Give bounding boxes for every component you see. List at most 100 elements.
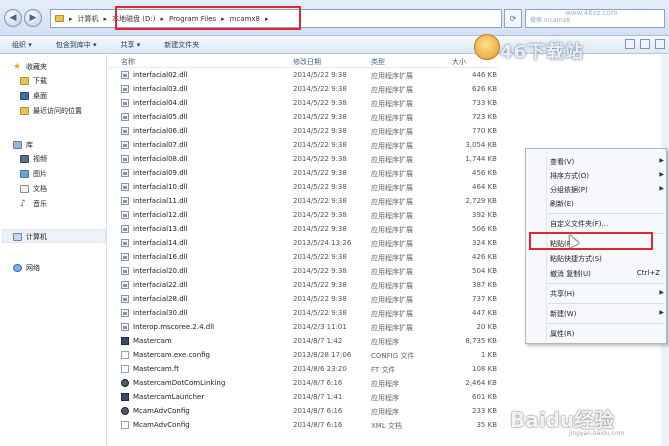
menu-item-refresh[interactable]: 刷新(E) (550, 197, 664, 209)
menu-item-paste-shortcut[interactable]: 粘贴快捷方式(S) (550, 252, 664, 264)
dll-file-icon (121, 99, 129, 107)
forward-button[interactable]: ▶ (24, 9, 42, 27)
include-in-library-menu[interactable]: 包含到库中 ▾ (56, 40, 97, 50)
nav-favorites[interactable]: ★ 收藏夹 (13, 62, 47, 72)
file-row[interactable]: interfacial04.dll 2014/5/22 9:38 应用程序扩展 733… (108, 96, 503, 110)
nav-libraries[interactable]: 库 (13, 140, 33, 150)
share-menu[interactable]: 共享 ▾ (121, 40, 141, 50)
refresh-button[interactable]: ⟳ (504, 9, 522, 28)
menu-item-view[interactable]: 查看(V) ▶ (550, 155, 664, 167)
file-size: 504 KB (472, 267, 497, 275)
file-name: MastercamDotComLinking (133, 379, 226, 387)
dll-file-icon (121, 281, 129, 289)
view-options-icon[interactable] (625, 39, 635, 49)
menu-item-group[interactable]: 分组依据(P) ▶ (550, 183, 664, 195)
file-row[interactable]: interfacial08.dll 2014/5/22 9:38 应用程序扩展 1,7… (108, 152, 503, 166)
menu-separator (548, 283, 664, 284)
column-header-date[interactable]: 修改日期 (293, 57, 321, 67)
menu-separator (548, 303, 664, 304)
file-row[interactable]: McamAdvConfig 2014/8/7 6:16 应用程序 233 KB (108, 404, 503, 418)
file-date: 2014/5/22 9:38 (293, 211, 347, 219)
menu-item-customize-folder[interactable]: 自定义文件夹(F)... (550, 217, 664, 229)
file-size: 733 KB (472, 99, 497, 107)
gear-app-icon (121, 379, 129, 387)
menu-item-undo-copy[interactable]: 撤消 复制(U) Ctrl+Z (550, 267, 664, 279)
file-name: interfacial28.dll (133, 295, 188, 303)
file-row[interactable]: MastercamDotComLinking 2014/8/7 6:16 应用程序 2… (108, 376, 503, 390)
file-row[interactable]: interfacial03.dll 2014/5/22 9:38 应用程序扩展 626… (108, 82, 503, 96)
menu-label: 排序方式(O) (550, 172, 589, 180)
application-icon (121, 337, 129, 345)
file-name: McamAdvConfig (133, 407, 190, 415)
file-size: 2,729 KB (465, 197, 497, 205)
file-row[interactable]: interfacial10.dll 2014/5/22 9:38 应用程序扩展 464… (108, 180, 503, 194)
file-name: Mastercam (133, 337, 172, 345)
file-row[interactable]: Mastercam 2014/8/7 1:42 应用程序 8,735 KB (108, 334, 503, 348)
column-header-type[interactable]: 类型 (371, 57, 385, 67)
file-size: 387 KB (472, 281, 497, 289)
paste-highlight-box (529, 232, 653, 250)
breadcrumb-computer[interactable]: 计算机 (78, 14, 99, 24)
organize-menu[interactable]: 组织 ▾ (12, 40, 32, 50)
preview-pane-icon[interactable] (640, 39, 650, 49)
nav-downloads[interactable]: 下载 (20, 76, 47, 86)
file-date: 2014/5/22 9:38 (293, 85, 347, 93)
file-row[interactable]: interfacial06.dll 2014/5/22 9:38 应用程序扩展 770… (108, 124, 503, 138)
file-row[interactable]: interfacial16.dll 2014/5/22 9:38 应用程序扩展 426… (108, 250, 503, 264)
menu-item-new[interactable]: 新建(W) ▶ (550, 307, 664, 319)
file-row[interactable]: interfacial28.dll 2014/5/22 9:38 应用程序扩展 737… (108, 292, 503, 306)
file-type: 应用程序扩展 (371, 184, 413, 192)
dll-file-icon (121, 85, 129, 93)
file-size: 770 KB (472, 127, 497, 135)
menu-item-sort[interactable]: 排序方式(O) ▶ (550, 169, 664, 181)
file-type: 应用程序扩展 (371, 212, 413, 220)
column-header-name[interactable]: 名称 (121, 57, 135, 67)
file-row[interactable]: interfacial30.dll 2014/5/22 9:38 应用程序扩展 447… (108, 306, 503, 320)
file-date: 2014/5/22 9:38 (293, 155, 347, 163)
file-row[interactable]: McamAdvConfig 2014/8/7 6:16 XML 文档 35 KB (108, 418, 503, 432)
menu-item-properties[interactable]: 属性(R) (550, 327, 664, 339)
file-row[interactable]: interfacial05.dll 2014/5/22 9:38 应用程序扩展 723… (108, 110, 503, 124)
nav-desktop[interactable]: 桌面 (20, 91, 47, 101)
menu-item-share[interactable]: 共享(H) ▶ (550, 287, 664, 299)
nav-documents[interactable]: 文档 (20, 184, 47, 194)
file-date: 2014/8/7 1:42 (293, 337, 343, 345)
file-name: interfacial05.dll (133, 113, 188, 121)
help-icon[interactable] (655, 39, 665, 49)
file-row[interactable]: Mastercam.ft 2014/8/6 23:20 FT 文件 108 KB (108, 362, 503, 376)
file-row[interactable]: interfacial20.dll 2014/5/22 9:38 应用程序扩展 504… (108, 264, 503, 278)
nav-computer[interactable]: 计算机 (13, 232, 47, 242)
file-date: 2014/5/22 9:38 (293, 225, 347, 233)
new-folder-button[interactable]: 新建文件夹 (164, 40, 199, 50)
file-type: 应用程序扩展 (371, 198, 413, 206)
nav-recent-places[interactable]: 最近访问的位置 (20, 106, 82, 116)
file-row[interactable]: interfacial13.dll 2014/5/22 9:38 应用程序扩展 506… (108, 222, 503, 236)
nav-videos[interactable]: 视频 (20, 154, 47, 164)
menu-label: 新建(W) (550, 310, 577, 318)
menu-label: 属性(R) (550, 330, 575, 338)
gear-app-icon (121, 407, 129, 415)
file-row[interactable]: Mastercam.exe.config 2013/8/28 17:06 CONFI… (108, 348, 503, 362)
nav-network[interactable]: 网络 (13, 263, 40, 273)
file-row[interactable]: interfacial22.dll 2014/5/22 9:38 应用程序扩展 387… (108, 278, 503, 292)
file-row[interactable]: interfacial02.dll 2014/5/22 9:38 应用程序扩展 446… (108, 68, 503, 82)
file-row[interactable]: interfacial09.dll 2014/5/22 9:38 应用程序扩展 456… (108, 166, 503, 180)
site-url-watermark: www.46xz.com (565, 9, 618, 17)
file-row[interactable]: interfacial14.dll 2013/5/24 13:26 应用程序扩展 32… (108, 236, 503, 250)
file-date: 2014/5/22 9:38 (293, 113, 347, 121)
column-header-size[interactable]: 大小 (452, 57, 466, 67)
file-row[interactable]: interfacial07.dll 2014/5/22 9:38 应用程序扩展 3,0… (108, 138, 503, 152)
file-size: 8,735 KB (465, 337, 497, 345)
back-button[interactable]: ◀ (4, 9, 22, 27)
file-row[interactable]: MastercamLauncher 2014/8/7 1:41 应用程序 601 KB (108, 390, 503, 404)
chevron-right-icon: ▸ (103, 14, 108, 23)
dll-file-icon (121, 113, 129, 121)
nav-music[interactable]: ♪ 音乐 (20, 199, 47, 209)
file-size: 3,054 KB (465, 141, 497, 149)
nav-pictures[interactable]: 图片 (20, 169, 47, 179)
file-row[interactable]: interfacial12.dll 2014/5/22 9:38 应用程序扩展 392… (108, 208, 503, 222)
file-size: 447 KB (472, 309, 497, 317)
nav-label: 桌面 (33, 92, 47, 100)
file-row[interactable]: Interop.mscoree.2.4.dll 2014/2/3 11:01 应用程… (108, 320, 503, 334)
file-row[interactable]: interfacial11.dll 2014/5/22 9:38 应用程序扩展 2,7… (108, 194, 503, 208)
